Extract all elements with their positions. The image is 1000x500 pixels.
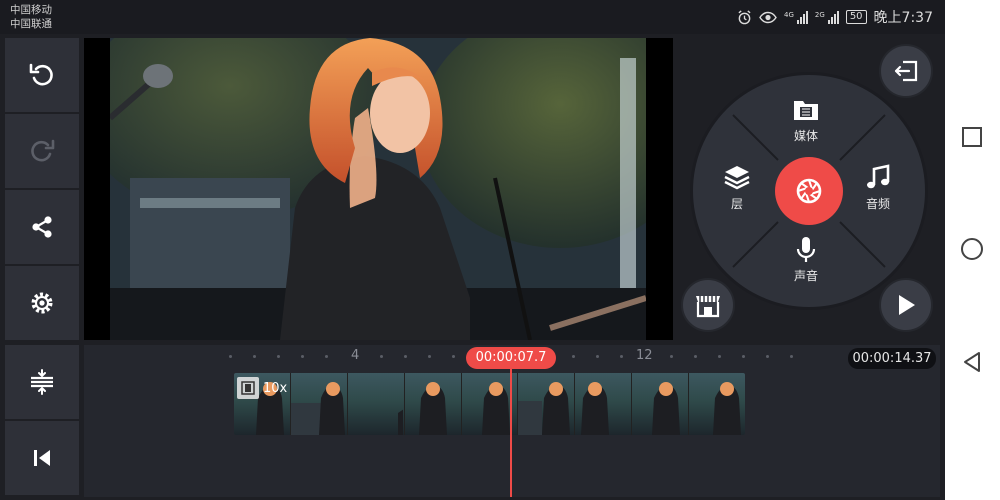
redo-icon [31,139,55,162]
eye-icon [759,11,777,23]
ruler-mark-4: 4 [351,348,360,363]
back-icon [964,352,980,372]
clip-thumbnail [632,373,690,435]
microphone-icon [796,237,816,262]
network-type-2: 2G [814,10,825,19]
tick [790,355,793,358]
network-type-1: 4G [784,10,794,19]
layers-icon [724,166,750,190]
voice-label: 声音 [793,269,818,283]
playhead[interactable] [510,367,512,497]
tick [253,355,256,358]
track-adjust-icon [31,369,53,395]
tick [452,355,455,358]
asset-store-button[interactable] [681,278,735,332]
carrier-2: 中国联通 [10,18,52,30]
capture-button[interactable] [775,157,843,225]
tick [572,355,575,358]
clock: 晚上7:37 [873,10,933,26]
media-icon [794,101,818,120]
wheel-media-button[interactable]: 媒体 [791,95,821,144]
app-root: 中国移动 中国联通 4G 2G 50 晚上7:37 媒体 层 音频 声音 4 1… [0,0,1000,500]
tick [325,355,328,358]
redo-button[interactable] [5,114,79,188]
clip-speed-label: 10x [263,380,288,396]
play-icon [899,295,915,315]
signal-icon-2: 2G [814,10,839,24]
settings-icon [31,292,53,314]
clip-thumbnail [689,373,745,435]
tick [380,355,383,358]
audio-label: 音频 [865,197,890,211]
skip-to-start-button[interactable] [5,421,79,495]
tick [670,355,673,358]
tick [742,355,745,358]
undo-icon [29,63,53,86]
current-time-label[interactable]: 00:00:07.7 [466,347,556,369]
tick [718,355,721,358]
status-bar: 中国移动 中国联通 4G 2G 50 晚上7:37 [0,0,945,34]
clip-thumbnail [575,373,633,435]
track-adjust-button[interactable] [5,345,79,419]
tick [277,355,280,358]
wheel-layer-button[interactable]: 层 [722,163,752,212]
tick [620,355,623,358]
ruler-mark-12: 12 [636,348,653,363]
android-nav-bar [945,0,1000,500]
video-frame-image [110,38,646,340]
tick [229,355,232,358]
tick [694,355,697,358]
clip-thumbnail [518,373,576,435]
signal-icon-1: 4G [784,10,808,24]
carrier-1: 中国移动 [10,4,52,16]
status-icons: 4G 2G 50 晚上7:37 [737,7,933,27]
carrier-info: 中国移动 中国联通 [10,3,52,31]
back-button[interactable] [960,350,984,374]
play-button[interactable] [879,278,933,332]
recent-apps-button[interactable] [962,127,982,147]
battery-indicator: 50 [845,10,867,24]
alarm-icon [738,9,751,24]
music-note-icon [867,164,890,189]
wheel-voice-button[interactable]: 声音 [791,235,821,284]
video-preview[interactable] [84,38,673,340]
film-icon [237,377,259,399]
tick [301,355,304,358]
tick [428,355,431,358]
share-icon [32,216,52,238]
timeline[interactable]: 4 12 10x 00:00:07.7 00:00:14.37 [84,345,940,497]
tick [596,355,599,358]
total-duration-label: 00:00:14.37 [848,348,936,369]
media-wheel: 媒体 层 音频 声音 [690,72,928,310]
settings-button[interactable] [5,266,79,340]
tick [766,355,769,358]
camera-shutter-icon [796,178,822,204]
video-clip[interactable]: 10x [234,373,745,435]
store-icon [696,296,720,318]
clip-thumbnail [347,373,405,435]
undo-button[interactable] [5,38,79,112]
media-label: 媒体 [793,129,818,143]
clip-speed-badge: 10x [237,377,287,399]
video-frame [110,38,646,340]
tick [404,355,407,358]
clip-thumbnail [404,373,462,435]
layer-label: 层 [730,197,743,211]
skip-to-start-icon [34,450,50,466]
wheel-audio-button[interactable]: 音频 [863,163,893,212]
share-button[interactable] [5,190,79,264]
clip-thumbnail [290,373,348,435]
home-button[interactable] [961,238,983,260]
